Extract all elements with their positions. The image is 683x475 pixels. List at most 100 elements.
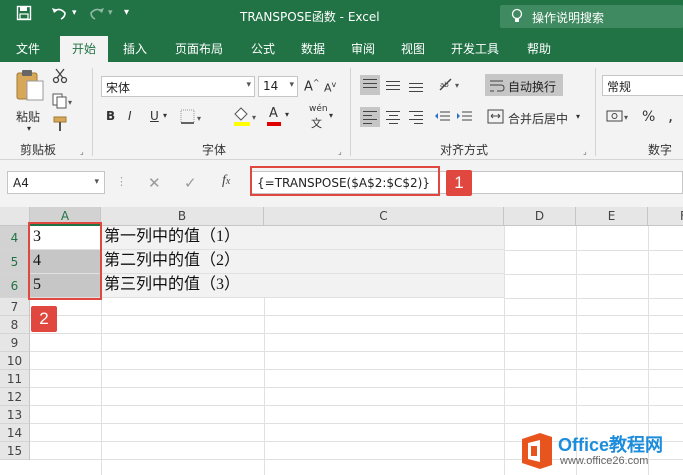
underline-button[interactable]: U: [150, 109, 159, 123]
save-icon[interactable]: [16, 5, 32, 25]
row-header-7[interactable]: 7: [0, 298, 30, 316]
cell-b5[interactable]: 第二列中的值（2）: [101, 250, 504, 274]
tab-insert[interactable]: 插入: [123, 40, 147, 57]
tab-data[interactable]: 数据: [301, 40, 325, 57]
font-size-combo[interactable]: 14 ▾: [258, 76, 298, 97]
tab-review[interactable]: 审阅: [351, 40, 375, 57]
cut-icon[interactable]: [52, 68, 68, 87]
phonetic-glyph-icon: 文: [311, 117, 322, 130]
align-top-button[interactable]: [360, 75, 380, 95]
align-middle-button[interactable]: [383, 75, 403, 95]
column-header-b[interactable]: B: [101, 207, 264, 226]
clipboard-icon: [14, 68, 46, 105]
paste-button[interactable]: 粘贴 ▾: [14, 68, 48, 133]
column-header-c[interactable]: C: [264, 207, 504, 226]
grow-font-button[interactable]: A^: [304, 78, 320, 94]
tab-formulas[interactable]: 公式: [251, 40, 275, 57]
excel-window: ▾ ▾ ▾ TRANSPOSE函数 - Excel 操作说明搜索 文件 开始 插…: [0, 0, 683, 475]
borders-icon[interactable]: ▾: [180, 109, 206, 128]
fill-color-icon[interactable]: ▾: [232, 106, 260, 129]
align-bottom-button[interactable]: [406, 75, 426, 95]
tab-page-layout[interactable]: 页面布局: [175, 40, 223, 57]
align-left-button[interactable]: [360, 107, 380, 127]
underline-dropdown-icon[interactable]: ▾: [163, 111, 167, 120]
decrease-indent-icon[interactable]: [434, 109, 452, 128]
chevron-down-icon: ▾: [285, 110, 290, 119]
insert-function-icon[interactable]: fx: [222, 173, 230, 189]
row-header-12[interactable]: 12: [0, 388, 30, 406]
column-header-d[interactable]: D: [504, 207, 576, 226]
tab-home[interactable]: 开始: [60, 36, 109, 62]
row-header-15[interactable]: 15: [0, 442, 30, 460]
column-header-f[interactable]: F: [648, 207, 683, 226]
undo-icon[interactable]: [50, 5, 68, 25]
font-name-combo[interactable]: 宋体 ▾: [101, 76, 255, 97]
svg-text:▾: ▾: [68, 98, 72, 107]
orientation-icon[interactable]: ab ▾: [437, 76, 463, 97]
redo-dropdown-icon[interactable]: ▾: [108, 8, 113, 18]
formula-buttons: ✕ ✓ fx: [130, 171, 250, 194]
font-name-value: 宋体: [106, 81, 131, 95]
redo-icon[interactable]: [88, 5, 106, 25]
group-separator: [350, 68, 351, 156]
watermark-url: www.office26.com: [560, 455, 649, 467]
currency-format-icon[interactable]: ▾: [606, 108, 632, 129]
percent-style-button[interactable]: %: [642, 109, 655, 125]
gridline: [30, 351, 683, 352]
office-logo-icon: [520, 432, 554, 474]
selection-highlight: [28, 222, 102, 300]
tab-file[interactable]: 文件: [16, 40, 40, 57]
clipboard-launcher-icon[interactable]: ⌟: [80, 147, 84, 156]
row-header-13[interactable]: 13: [0, 406, 30, 424]
undo-dropdown-icon[interactable]: ▾: [72, 8, 77, 18]
increase-indent-icon[interactable]: [456, 109, 474, 128]
phonetic-guide-button[interactable]: wén 文 ▾: [309, 104, 339, 130]
align-right-button[interactable]: [406, 107, 426, 127]
number-format-combo[interactable]: 常规: [602, 75, 683, 96]
row-header-9[interactable]: 9: [0, 334, 30, 352]
shrink-font-button[interactable]: Av: [324, 80, 336, 95]
bold-button[interactable]: B: [106, 109, 115, 123]
clipboard-group-label: 剪贴板: [20, 143, 57, 157]
select-all-corner[interactable]: [0, 207, 30, 226]
format-painter-icon[interactable]: [52, 116, 68, 135]
copy-icon[interactable]: ▾: [52, 93, 74, 112]
enter-icon[interactable]: ✓: [184, 174, 197, 192]
gridline: [504, 250, 683, 251]
merge-dropdown-icon[interactable]: ▾: [576, 112, 580, 121]
name-box[interactable]: A4 ▾: [7, 171, 105, 194]
row-header-10[interactable]: 10: [0, 352, 30, 370]
italic-button[interactable]: I: [128, 109, 132, 123]
comma-style-button[interactable]: ,: [668, 106, 673, 125]
ribbon-home: 粘贴 ▾ ▾ 剪贴板 ⌟ 宋体 ▾ 14 ▾ A^ Av B I U ▾ ▾ ▾…: [0, 62, 683, 160]
font-launcher-icon[interactable]: ⌟: [338, 147, 342, 156]
row-header-8[interactable]: 8: [0, 316, 30, 334]
tab-help[interactable]: 帮助: [527, 40, 551, 57]
font-color-swatch: [267, 122, 281, 126]
wrap-text-button[interactable]: 自动换行: [485, 74, 563, 96]
resize-handle-icon[interactable]: ⋮: [116, 175, 127, 188]
gridline: [504, 298, 683, 299]
row-header-14[interactable]: 14: [0, 424, 30, 442]
wrap-text-label: 自动换行: [508, 80, 557, 94]
font-group-label: 字体: [202, 143, 227, 157]
row-header-11[interactable]: 11: [0, 370, 30, 388]
row-header-4[interactable]: 4: [0, 226, 30, 250]
tell-me-search[interactable]: 操作说明搜索: [500, 5, 683, 28]
number-format-value: 常规: [607, 80, 632, 94]
merge-center-label[interactable]: 合并后居中: [508, 110, 568, 127]
align-center-button[interactable]: [383, 107, 403, 127]
row-header-6[interactable]: 6: [0, 274, 30, 298]
tab-view[interactable]: 视图: [401, 40, 425, 57]
cell-b4[interactable]: 第一列中的值（1）: [101, 226, 504, 250]
merge-center-icon[interactable]: [487, 109, 505, 128]
customize-qat-icon[interactable]: ▾: [124, 7, 129, 18]
row-header-5[interactable]: 5: [0, 250, 30, 274]
cancel-icon[interactable]: ✕: [148, 174, 161, 192]
alignment-launcher-icon[interactable]: ⌟: [583, 147, 587, 156]
cell-b6[interactable]: 第三列中的值（3）: [101, 274, 504, 298]
column-header-e[interactable]: E: [576, 207, 648, 226]
chevron-down-icon: ▾: [329, 111, 334, 120]
svg-text:ab: ab: [440, 81, 449, 89]
tab-developer[interactable]: 开发工具: [451, 40, 499, 57]
